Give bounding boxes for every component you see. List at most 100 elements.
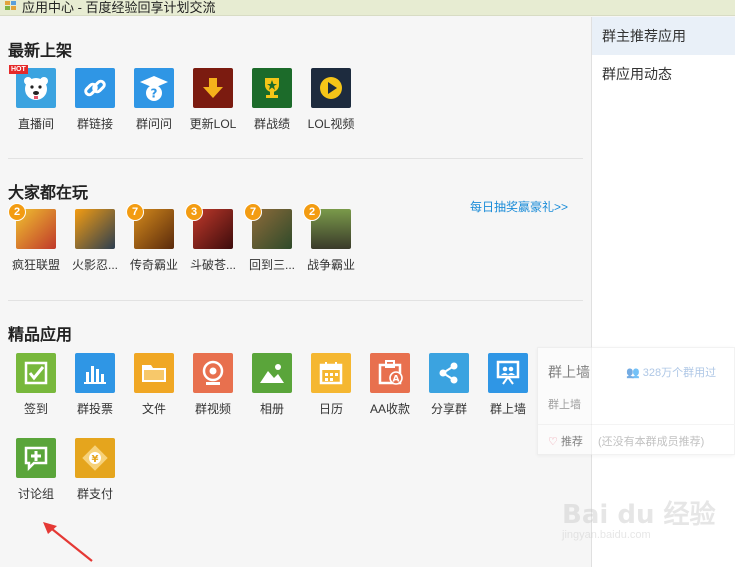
hot-badge: HOT	[9, 65, 28, 74]
app-label: 直播间	[17, 117, 54, 131]
game-tile[interactable]: 火影忍...	[67, 209, 123, 273]
app-group-link[interactable]: 群链接	[67, 68, 123, 132]
folder-icon	[134, 353, 174, 393]
app-group-payment[interactable]: ¥ 群支付	[67, 438, 123, 502]
game-label: 战争霸业	[306, 258, 355, 272]
app-label: 群战绩	[253, 117, 290, 131]
game-tile[interactable]: 2 战争霸业	[303, 203, 359, 273]
game-icon: 2	[8, 203, 56, 249]
app-files[interactable]: 文件	[126, 353, 182, 417]
app-lol-video[interactable]: LOL视频	[303, 68, 359, 132]
app-label: 更新LOL	[189, 117, 237, 131]
popup-usage-count: 👥 328万个群用过	[626, 364, 716, 380]
app-label: 文件	[141, 402, 166, 416]
game-label: 火影忍...	[71, 258, 118, 272]
section-title-featured: 精品应用	[8, 327, 73, 344]
game-icon	[75, 209, 115, 249]
watermark-logo: Bai du 经验	[562, 500, 716, 530]
app-label: AA收款	[369, 402, 410, 416]
aa-payment-icon: A	[370, 353, 410, 393]
notification-badge: 2	[303, 203, 321, 221]
link-icon	[75, 68, 115, 108]
notification-badge: 7	[244, 203, 262, 221]
app-check-in[interactable]: 签到	[8, 353, 64, 417]
section-title-new: 最新上架	[8, 43, 73, 60]
game-label: 斗破苍...	[189, 258, 236, 272]
webcam-icon	[193, 353, 233, 393]
window-title: 应用中心 - 百度经验回享计划交流	[22, 0, 216, 15]
daily-lottery-link[interactable]: 每日抽奖赢豪礼>>	[470, 198, 568, 215]
app-label: 群支付	[76, 487, 113, 501]
game-icon: 7	[244, 203, 292, 249]
app-label: 群视频	[194, 402, 231, 416]
app-label: 群上墙	[489, 402, 526, 416]
app-group-ask[interactable]: ? 群问问	[126, 68, 182, 132]
notification-badge: 3	[185, 203, 203, 221]
game-icon: 2	[303, 203, 351, 249]
app-label: 签到	[23, 402, 48, 416]
game-icon: 3	[185, 203, 233, 249]
app-aa-payment[interactable]: A AA收款	[362, 353, 418, 417]
app-label: 群链接	[76, 117, 113, 131]
bar-chart-icon	[75, 353, 115, 393]
app-share-group[interactable]: 分享群	[421, 353, 477, 417]
app-album[interactable]: 相册	[244, 353, 300, 417]
section-divider	[8, 158, 583, 159]
dog-face-icon: HOT	[9, 65, 56, 108]
share-icon	[429, 353, 469, 393]
app-label: 相册	[259, 402, 284, 416]
app-center-icon	[5, 1, 16, 10]
notification-badge: 2	[8, 203, 26, 221]
play-icon	[311, 68, 351, 108]
popup-divider	[538, 424, 735, 425]
app-group-vote[interactable]: 群投票	[67, 353, 123, 417]
game-label: 疯狂联盟	[11, 258, 60, 272]
projector-icon	[488, 353, 528, 393]
popup-recommend-label: 推荐	[560, 436, 583, 448]
game-label: 传奇霸业	[129, 258, 178, 272]
svg-text:A: A	[393, 375, 400, 385]
app-label: LOL视频	[307, 117, 355, 131]
title-bar: 应用中心 - 百度经验回享计划交流	[0, 0, 735, 16]
calendar-icon	[311, 353, 351, 393]
heart-icon: ♡	[548, 436, 558, 448]
app-label: 讨论组	[17, 487, 54, 501]
checkbox-icon	[16, 353, 56, 393]
app-group-wall[interactable]: 群上墙	[480, 353, 536, 417]
game-icon: 7	[126, 203, 174, 249]
popup-description: 群上墙	[548, 399, 581, 411]
popup-recommend-button[interactable]: ♡ 推荐	[548, 433, 583, 449]
app-label: 日历	[318, 402, 343, 416]
app-label: 分享群	[430, 402, 467, 416]
sidebar-item-app-activity[interactable]: 群应用动态	[592, 55, 735, 93]
app-live-room[interactable]: HOT 直播间	[8, 65, 64, 132]
app-group-record[interactable]: 群战绩	[244, 68, 300, 132]
trophy-icon	[252, 68, 292, 108]
section-title-popular: 大家都在玩	[8, 185, 89, 202]
game-tile[interactable]: 3 斗破苍...	[185, 203, 241, 273]
game-tile[interactable]: 7 传奇霸业	[126, 203, 182, 273]
app-group-video[interactable]: 群视频	[185, 353, 241, 417]
app-discussion-group[interactable]: 讨论组	[8, 438, 64, 502]
chat-plus-icon	[16, 438, 56, 478]
game-label: 回到三...	[248, 258, 295, 272]
game-tile[interactable]: 2 疯狂联盟	[8, 203, 64, 273]
game-tile[interactable]: 7 回到三...	[244, 203, 300, 273]
section-divider	[8, 300, 583, 301]
group-users-icon: 👥	[626, 367, 640, 379]
app-label: 群投票	[76, 402, 113, 416]
right-sidebar: 群主推荐应用 群应用动态	[591, 17, 735, 567]
question-cap-icon: ?	[134, 68, 174, 108]
baidu-jingyan-watermark: Bai du 经验 jingyan.baidu.com	[562, 494, 716, 541]
popup-recommend-note: (还没有本群成员推荐)	[598, 436, 705, 448]
yuan-card-icon: ¥	[75, 438, 115, 478]
app-detail-popup: 群上墙 👥 328万个群用过 群上墙 ♡ 推荐 (还没有本群成员推荐)	[537, 347, 735, 455]
sidebar-item-owner-recommended[interactable]: 群主推荐应用	[592, 17, 735, 55]
annotation-arrow	[43, 522, 93, 562]
app-calendar[interactable]: 日历	[303, 353, 359, 417]
app-update-lol[interactable]: 更新LOL	[185, 68, 241, 132]
popup-title: 群上墙	[548, 364, 590, 380]
picture-icon	[252, 353, 292, 393]
app-center-main: 最新上架 HOT 直播间 群链接 ? 群问问 更新LOL 群战绩 LOL视频 大…	[0, 17, 591, 567]
notification-badge: 7	[126, 203, 144, 221]
